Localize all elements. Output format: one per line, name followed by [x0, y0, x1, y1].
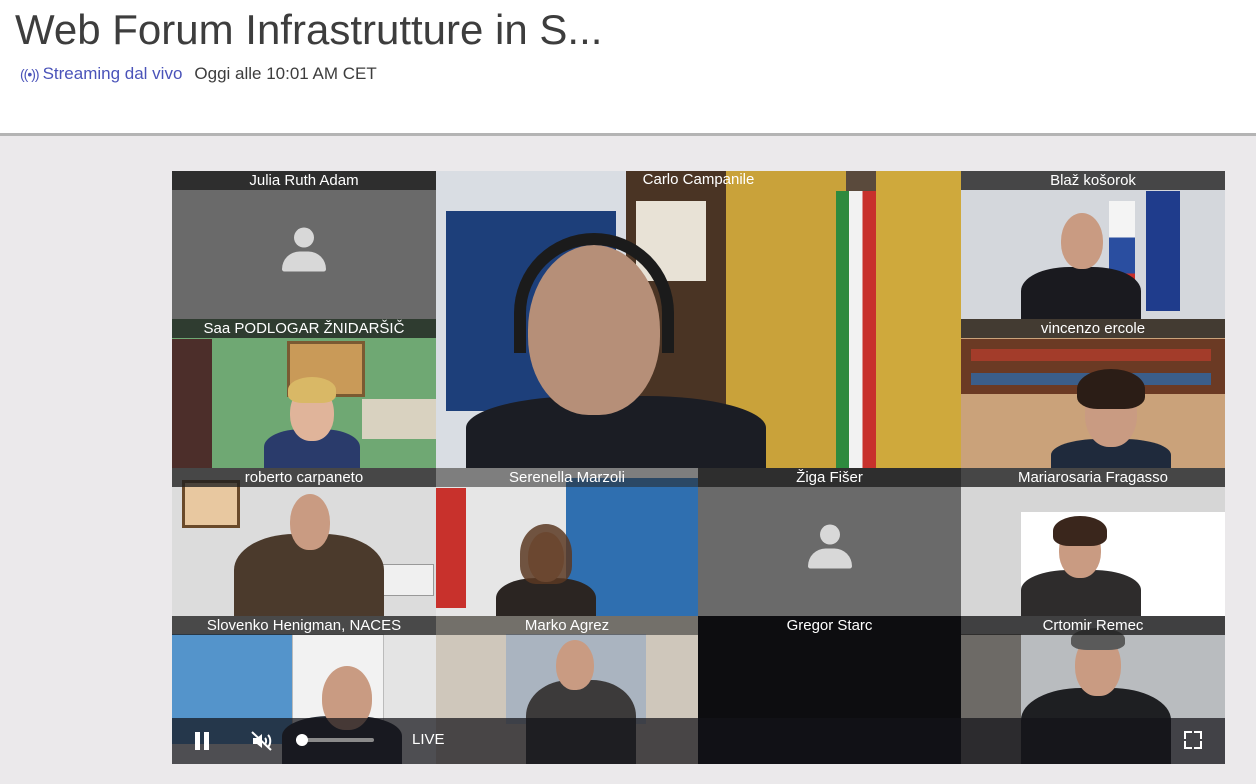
participant-name: Saa PODLOGAR ŽNIDARŠIČ	[172, 319, 436, 338]
participant-name: vincenzo ercole	[961, 319, 1225, 338]
video-tile-vincenzo: vincenzo ercole	[961, 319, 1225, 468]
participant-name: roberto carpaneto	[172, 468, 436, 487]
video-tile-roberto: roberto carpaneto	[172, 468, 436, 616]
avatar-placeholder-icon	[807, 524, 852, 571]
participant-name: Blaž košorok	[961, 171, 1225, 190]
stream-time: Oggi alle 10:01 AM CET	[194, 64, 377, 83]
stream-meta: ((•)) Streaming dal vivo Oggi alle 10:01…	[20, 64, 377, 84]
video-tile-julia: Julia Ruth Adam	[172, 171, 436, 319]
muted-speaker-icon[interactable]	[250, 729, 274, 759]
video-player[interactable]: Julia Ruth Adam Carlo Campanile Blaž koš…	[172, 171, 1225, 764]
page-title: Web Forum Infrastrutture in S...	[15, 6, 603, 53]
volume-knob[interactable]	[296, 734, 309, 746]
live-status: Streaming dal vivo	[42, 64, 183, 83]
avatar-placeholder-icon	[282, 227, 326, 274]
fullscreen-icon[interactable]	[1184, 731, 1202, 749]
video-tile-saa: Saa PODLOGAR ŽNIDARŠIČ	[172, 319, 436, 468]
participant-name: Gregor Starc	[786, 617, 873, 634]
participant-name: Mariarosaria Fragasso	[961, 468, 1225, 487]
participant-name: Marko Agrez	[436, 616, 698, 635]
video-tile-serenella: Serenella Marzoli	[436, 468, 698, 616]
participant-name: Žiga Fišer	[698, 468, 961, 487]
header-divider	[0, 133, 1256, 136]
video-tile-ziga: Žiga Fišer	[698, 468, 961, 616]
volume-slider[interactable]	[296, 734, 374, 746]
video-tile-mariarosaria: Mariarosaria Fragasso	[961, 468, 1225, 616]
participant-name: Crtomir Remec	[961, 616, 1225, 635]
participant-name: Serenella Marzoli	[436, 468, 698, 487]
video-tile-carlo: Carlo Campanile	[436, 171, 961, 468]
participant-name: Slovenko Henigman, NACES	[172, 616, 436, 635]
player-controls: LIVE	[172, 718, 1225, 764]
participant-name: Julia Ruth Adam	[172, 171, 436, 190]
broadcast-icon: ((•))	[20, 66, 40, 82]
live-indicator: LIVE	[412, 731, 445, 748]
video-tile-blaz: Blaž košorok	[961, 171, 1225, 319]
stream-header: Web Forum Infrastrutture in S... ((•)) S…	[0, 0, 1256, 133]
participant-name: Carlo Campanile	[642, 171, 755, 188]
pause-icon[interactable]	[192, 730, 212, 752]
